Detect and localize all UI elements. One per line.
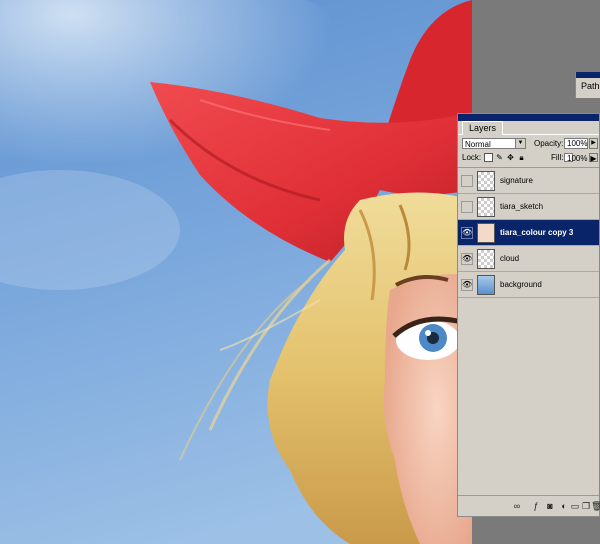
layer-row-tiara-sketch[interactable]: tiara_sketch: [458, 194, 599, 220]
layer-row-signature[interactable]: signature: [458, 168, 599, 194]
lock-label: Lock:: [462, 153, 482, 162]
blend-mode-select[interactable]: Normal ▼: [462, 138, 526, 149]
fill-slider-arrow-icon[interactable]: ▶: [589, 153, 598, 163]
layer-name: tiara_sketch: [500, 202, 544, 211]
lock-fill-row: Lock: ✎ ✥ 🔒︎ Fill: 100% ▶: [458, 151, 599, 167]
layer-name: tiara_colour copy 3: [500, 228, 574, 237]
eye-icon[interactable]: 👁︎: [461, 227, 473, 239]
layer-name: cloud: [500, 254, 520, 263]
mask-icon[interactable]: ◙: [545, 501, 555, 511]
trash-icon[interactable]: 🗑︎: [591, 501, 600, 511]
adjustment-layer-icon[interactable]: ◐: [559, 501, 569, 511]
layer-name: signature: [500, 176, 533, 185]
tab-layers[interactable]: Layers: [462, 121, 504, 135]
layer-style-icon[interactable]: ƒ: [531, 501, 541, 511]
move-icon[interactable]: ✥: [506, 153, 515, 162]
layers-list: signature tiara_sketch 👁︎ tiara_colour c…: [458, 168, 599, 298]
fill-input[interactable]: 100%: [564, 153, 587, 163]
opacity-label: Opacity:: [534, 139, 564, 148]
layer-row-tiara-colour-copy-3[interactable]: 👁︎ tiara_colour copy 3: [458, 220, 599, 246]
layer-thumbnail: [477, 249, 495, 269]
lock-icon[interactable]: 🔒︎: [517, 153, 526, 162]
layers-bottom-toolbar: ∞ ƒ ◙ ◐ ▭ ❐ 🗑︎: [458, 495, 600, 516]
layers-title-bar[interactable]: [458, 114, 599, 121]
paths-tab-label[interactable]: Paths: [576, 78, 600, 91]
visibility-toggle[interactable]: [461, 175, 473, 187]
layer-thumbnail: [477, 275, 495, 295]
eye-icon[interactable]: 👁︎: [461, 253, 473, 265]
new-layer-icon[interactable]: ❐: [581, 501, 591, 511]
layer-name: background: [500, 280, 542, 289]
blend-mode-value: Normal: [465, 140, 491, 149]
link-icon[interactable]: ∞: [512, 501, 522, 511]
blend-opacity-row: Normal ▼ Opacity: 100% ▶: [458, 135, 599, 151]
eye-icon[interactable]: 👁︎: [461, 279, 473, 291]
lock-transparency-icon[interactable]: [484, 153, 493, 162]
brush-icon[interactable]: ✎: [495, 153, 504, 162]
chevron-down-icon[interactable]: ▼: [515, 139, 525, 148]
layer-row-cloud[interactable]: 👁︎ cloud: [458, 246, 599, 272]
new-set-icon[interactable]: ▭: [570, 501, 580, 511]
layers-tab-row: Layers: [458, 121, 599, 135]
layer-row-background[interactable]: 👁︎ background: [458, 272, 599, 298]
layer-thumbnail: [477, 223, 495, 243]
layer-thumbnail: [477, 197, 495, 217]
visibility-toggle[interactable]: [461, 201, 473, 213]
layers-palette: Layers Normal ▼ Opacity: 100% ▶ Lock: ✎ …: [457, 113, 600, 517]
fill-label: Fill:: [551, 153, 564, 162]
layer-thumbnail: [477, 171, 495, 191]
opacity-input[interactable]: 100%: [564, 138, 588, 149]
paths-palette[interactable]: Paths: [575, 72, 600, 98]
opacity-slider-arrow-icon[interactable]: ▶: [589, 138, 598, 149]
